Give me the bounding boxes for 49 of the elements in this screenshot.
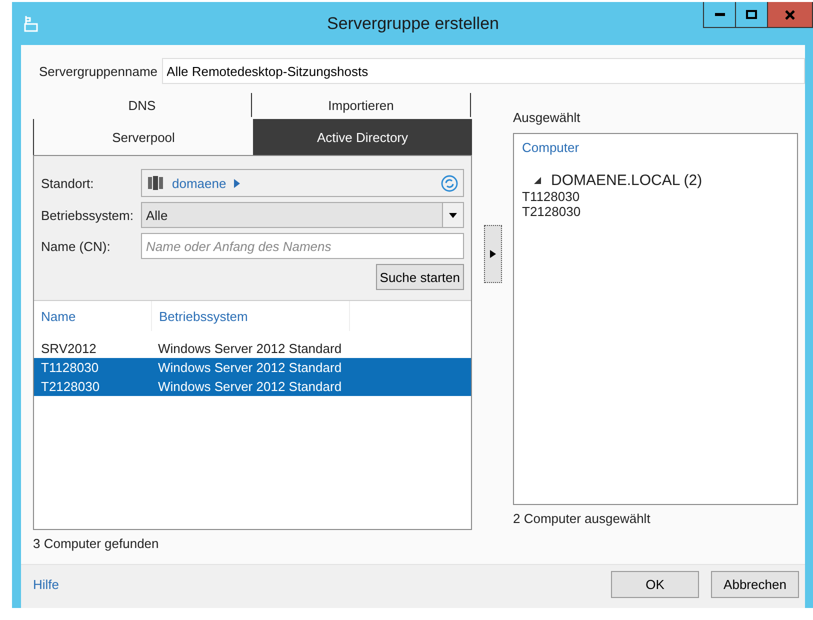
table-cell-text: T1128030 — [40, 360, 100, 375]
help-link[interactable]: Hilfe — [33, 577, 60, 592]
result-row[interactable]: T2128030 Windows Server 2012 Standard — [34, 377, 471, 396]
field-label: Standort: — [41, 176, 95, 190]
status-text: 3 Computer gefunden — [33, 536, 160, 551]
table-cell-text: Windows Server 2012 Standard — [157, 341, 343, 356]
os-dropdown[interactable]: Alle — [141, 202, 464, 228]
search-button[interactable]: Suche starten — [376, 264, 464, 290]
tree-group[interactable]: DOMAENE.LOCAL (2) — [551, 172, 702, 189]
result-row[interactable]: SRV2012 Windows Server 2012 Standard — [34, 339, 471, 358]
tab[interactable]: Importieren — [252, 93, 471, 117]
chevron-icon — [234, 178, 240, 188]
column-header[interactable]: Name — [34, 301, 152, 331]
tree-item[interactable]: T2128030 — [522, 204, 581, 219]
field-label: Servergruppenname — [39, 64, 158, 78]
server-icon — [148, 176, 164, 190]
add-button[interactable] — [484, 225, 502, 283]
tree-item[interactable]: T1128030 — [522, 189, 580, 204]
app-icon — [23, 14, 39, 32]
refresh-icon[interactable] — [441, 174, 458, 192]
group-name-field[interactable]: Alle Remotedesktop-Sitzungshosts — [162, 58, 805, 84]
location-link[interactable]: domaene — [172, 176, 226, 190]
table-cell-text: T2128030 — [40, 379, 101, 394]
minimize-icon — [714, 13, 724, 16]
table-cell-text: Windows Server 2012 Standard — [157, 360, 343, 375]
cancel-button[interactable]: Abbrechen — [711, 571, 799, 598]
location-field[interactable]: domaene — [141, 169, 464, 197]
tab[interactable]: Active Directory — [253, 119, 472, 155]
column-header[interactable]: Betriebssystem — [152, 301, 350, 331]
tab[interactable]: DNS — [33, 93, 252, 117]
table-cell-text: SRV2012 — [40, 341, 98, 356]
column-header[interactable]: Computer — [522, 140, 580, 155]
panel-label: Ausgewählt — [513, 110, 582, 125]
play-icon — [490, 250, 496, 258]
result-row[interactable]: T1128030 Windows Server 2012 Standard — [34, 358, 471, 377]
table-cell-text: Windows Server 2012 Standard — [157, 379, 343, 394]
field-label: Betriebssystem: — [41, 208, 134, 222]
maximize-icon — [746, 10, 757, 19]
window-title: Servergruppe erstellen — [326, 14, 500, 34]
close-icon — [785, 10, 795, 20]
minimize-button[interactable] — [703, 2, 736, 28]
ok-button[interactable]: OK — [611, 571, 699, 598]
close-button[interactable] — [767, 2, 813, 28]
name-field[interactable]: Name oder Anfang des Namens — [141, 233, 464, 259]
tab[interactable]: Serverpool — [34, 119, 253, 155]
expand-arrow-icon[interactable] — [534, 177, 541, 184]
field-label: Name (CN): — [41, 238, 112, 254]
status-text: 2 Computer ausgewählt — [513, 511, 652, 526]
dropdown-arrow-icon — [449, 212, 457, 218]
